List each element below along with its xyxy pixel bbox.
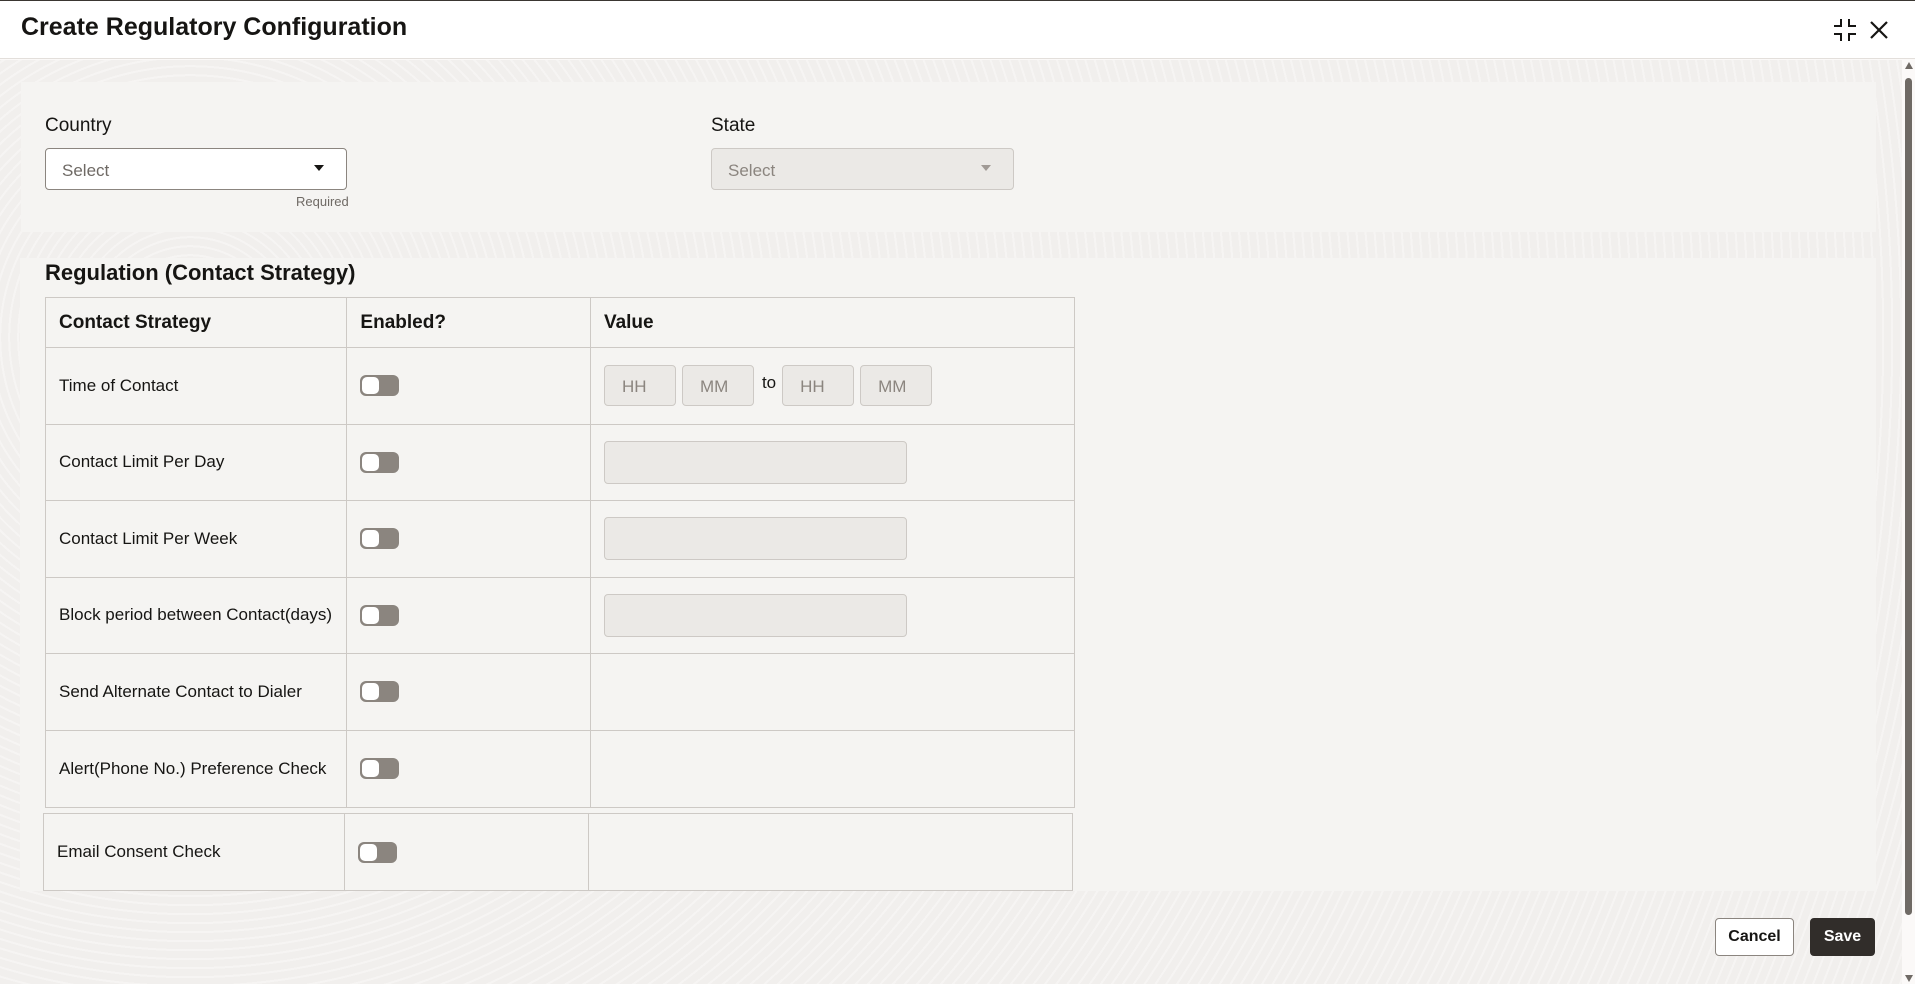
contact-limit-day-input[interactable]: [603, 440, 907, 484]
column-header: Value: [603, 311, 654, 333]
to-minute-input[interactable]: MM: [860, 365, 933, 407]
table-row: Send Alternate Contact to Dialer: [46, 654, 1074, 731]
column-header: Enabled?: [347, 298, 591, 347]
cancel-button[interactable]: Cancel: [1715, 918, 1794, 956]
contact-limit-week-input[interactable]: [603, 517, 907, 561]
toggle-knob: [360, 843, 378, 861]
state-select[interactable]: Select: [711, 148, 1014, 190]
vertical-scrollbar[interactable]: [1902, 60, 1915, 984]
enabled-toggle[interactable]: [360, 375, 400, 397]
column-header: Contact Strategy: [46, 298, 348, 347]
scroll-thumb[interactable]: [1905, 78, 1912, 838]
empty-value-cell: [589, 814, 1072, 890]
time-range: HH MM to HH MM: [603, 365, 938, 407]
strategy-label: Contact Limit Per Week: [46, 501, 348, 577]
strategy-label: Time of Contact: [46, 348, 348, 424]
regulation-section-title: Regulation (Contact Strategy): [45, 260, 356, 285]
strategy-label: Contact Limit Per Day: [46, 424, 348, 500]
chevron-down-icon: [981, 165, 991, 171]
enabled-toggle[interactable]: [360, 758, 400, 780]
dialog-header: Create Regulatory Configuration: [0, 1, 1915, 59]
toggle-knob: [362, 377, 380, 395]
strategy-label: Alert(Phone No.) Preference Check: [46, 730, 348, 807]
enabled-toggle[interactable]: [360, 681, 400, 703]
contact-strategy-table-extra: Email Consent Check: [43, 813, 1073, 891]
country-required-hint: Required: [296, 194, 349, 209]
toggle-knob: [362, 760, 380, 778]
table-row: Block period between Contact(days): [46, 577, 1074, 654]
close-icon[interactable]: [1866, 17, 1892, 43]
from-minute-input[interactable]: MM: [681, 365, 754, 407]
chevron-down-icon: [314, 165, 324, 171]
strategy-label: Email Consent Check: [44, 814, 346, 890]
block-period-input[interactable]: [603, 593, 907, 637]
toggle-knob: [362, 683, 380, 701]
country-select[interactable]: Select: [45, 148, 347, 190]
country-label: Country: [45, 115, 112, 136]
dialog-title: Create Regulatory Configuration: [21, 13, 408, 41]
empty-value-cell: [591, 654, 1074, 730]
enabled-toggle[interactable]: [358, 841, 398, 863]
from-hour-input[interactable]: HH: [603, 365, 676, 407]
empty-value-cell: [591, 731, 1074, 808]
enabled-toggle[interactable]: [360, 451, 400, 473]
to-label: to: [761, 372, 777, 392]
scroll-thumb-secondary[interactable]: [1905, 805, 1912, 915]
enabled-toggle[interactable]: [360, 528, 400, 550]
to-hour-input[interactable]: HH: [782, 365, 855, 407]
toggle-knob: [362, 453, 380, 471]
table-row: Time of Contact HH MM to HH MM: [46, 348, 1074, 425]
table-row: Alert(Phone No.) Preference Check: [46, 730, 1074, 808]
table-row: Contact Limit Per Week: [46, 501, 1074, 578]
toggle-knob: [362, 530, 380, 548]
toggle-knob: [362, 606, 380, 624]
table-row: Email Consent Check: [44, 814, 1072, 890]
strategy-label: Block period between Contact(days): [46, 577, 348, 653]
save-button[interactable]: Save: [1810, 918, 1875, 956]
table-row: Contact Limit Per Day: [46, 424, 1074, 501]
scroll-down-arrow-icon[interactable]: [1905, 975, 1913, 982]
contact-strategy-table: Contact Strategy Enabled? Value Time of …: [45, 297, 1075, 808]
collapse-icon[interactable]: [1832, 17, 1858, 43]
strategy-label: Send Alternate Contact to Dialer: [46, 654, 348, 730]
enabled-toggle[interactable]: [360, 604, 400, 626]
state-label: State: [711, 115, 756, 136]
state-select-value: Select: [728, 161, 776, 180]
table-header-row: Contact Strategy Enabled? Value: [46, 298, 1074, 348]
scroll-up-arrow-icon[interactable]: [1905, 62, 1913, 69]
country-select-value: Select: [62, 161, 110, 180]
